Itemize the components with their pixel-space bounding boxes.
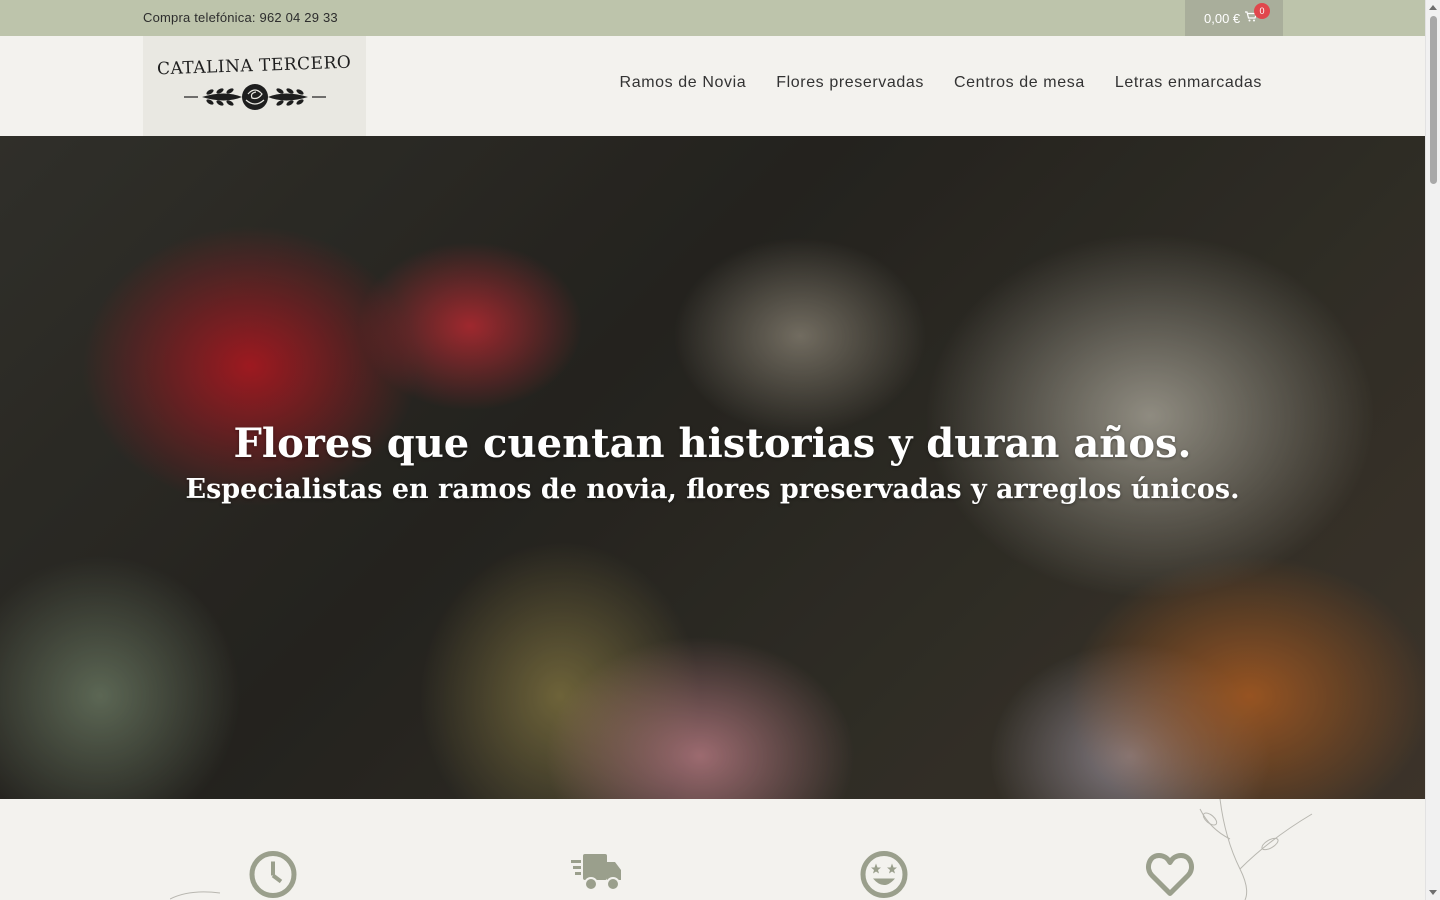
cart-count-badge: 0 xyxy=(1254,3,1270,19)
logo-text: CATALINA TERCERO xyxy=(157,52,352,80)
nav-item-letras-enmarcadas[interactable]: Letras enmarcadas xyxy=(1115,74,1262,92)
cart-total: 0,00 € xyxy=(1204,10,1241,26)
nav-item-centros-de-mesa[interactable]: Centros de mesa xyxy=(954,74,1085,92)
scroll-down-arrow-icon[interactable] xyxy=(1429,890,1437,895)
hero-background-image xyxy=(0,136,1425,799)
scroll-up-arrow-icon[interactable] xyxy=(1429,5,1437,10)
floral-line-decoration-left xyxy=(170,891,221,900)
page-scrollbar[interactable] xyxy=(1425,0,1440,900)
scrollbar-thumb[interactable] xyxy=(1430,16,1437,184)
star-eyes-face-icon xyxy=(860,851,908,898)
floral-line-decoration xyxy=(1199,799,1313,900)
nav-item-flores-preservadas[interactable]: Flores preservadas xyxy=(776,74,924,92)
rose-ornament-icon xyxy=(183,84,326,110)
hero-banner: Flores que cuentan historias y duran año… xyxy=(0,136,1425,799)
phone-number[interactable]: Compra telefónica: 962 04 29 33 xyxy=(143,10,338,25)
heart-icon xyxy=(1146,853,1194,896)
site-header: CATALINA TERCERO Ramos de Novia Flores p… xyxy=(0,36,1425,136)
main-nav: Ramos de Novia Flores preservadas Centro… xyxy=(620,74,1262,92)
nav-item-ramos-de-novia[interactable]: Ramos de Novia xyxy=(620,74,747,92)
top-bar: Compra telefónica: 962 04 29 33 0,00 € 0 xyxy=(0,0,1425,36)
hero-subtitle: Especialistas en ramos de novia, flores … xyxy=(185,474,1240,505)
site-logo[interactable]: CATALINA TERCERO xyxy=(143,36,366,136)
hero-title: Flores que cuentan historias y duran año… xyxy=(233,420,1192,467)
features-strip xyxy=(0,799,1425,900)
cart-button[interactable]: 0,00 € 0 xyxy=(1185,0,1283,36)
clock-icon xyxy=(249,851,297,898)
truck-icon xyxy=(571,854,621,891)
